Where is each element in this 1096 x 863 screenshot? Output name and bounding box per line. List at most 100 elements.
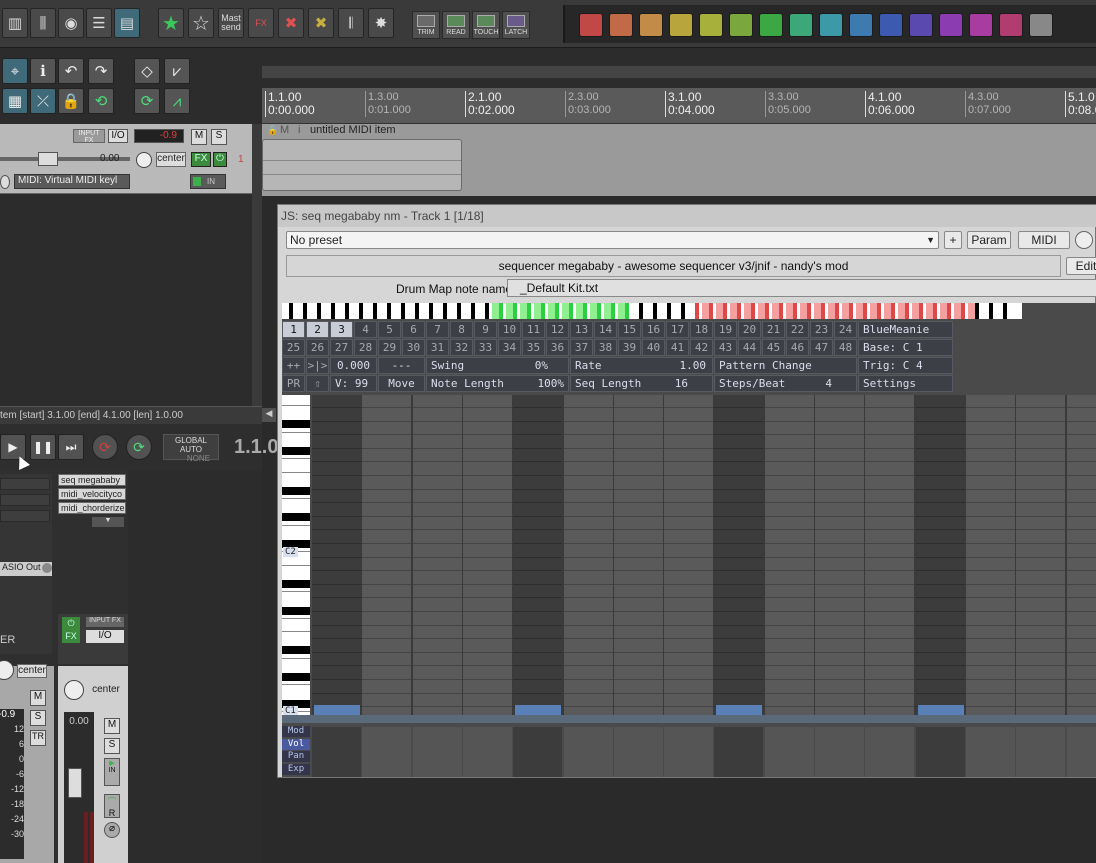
edit-button[interactable]: Edit	[1066, 257, 1096, 275]
base-note[interactable]: Base: C 1	[858, 339, 953, 356]
crossfade-icon[interactable]: ⤫	[30, 88, 56, 114]
pattern-button[interactable]: 5	[378, 321, 401, 338]
velocity-value[interactable]: V: 99	[330, 375, 377, 392]
pattern-button[interactable]: 37	[570, 339, 593, 356]
pattern-button[interactable]: 44	[738, 339, 761, 356]
mini-key[interactable]	[457, 303, 461, 319]
note-length-control[interactable]: Note Length 100%	[426, 375, 569, 392]
pattern-button[interactable]: 6	[402, 321, 425, 338]
mini-key[interactable]	[982, 303, 989, 319]
step-grid[interactable]	[312, 395, 1096, 715]
black-key[interactable]	[282, 513, 310, 522]
input-fx-button[interactable]: INPUT FX	[73, 129, 105, 144]
plusplus-button[interactable]: ++	[282, 357, 305, 374]
mute-button-1[interactable]: M	[30, 690, 46, 706]
mini-key[interactable]	[415, 303, 419, 319]
mini-key[interactable]	[695, 303, 699, 319]
routing-icon[interactable]: ☰	[86, 8, 112, 38]
color-swatch[interactable]	[699, 13, 723, 37]
white-key[interactable]	[282, 431, 310, 433]
dashes-value[interactable]: ---	[378, 357, 425, 374]
step-column[interactable]	[865, 395, 915, 715]
eye-icon[interactable]: ◉	[58, 8, 84, 38]
mini-key[interactable]	[366, 303, 373, 319]
cc-column[interactable]	[714, 727, 764, 777]
automation-read-button[interactable]: READ	[442, 11, 470, 39]
mini-key[interactable]	[569, 303, 573, 319]
mini-key[interactable]	[513, 303, 517, 319]
mini-key[interactable]	[548, 303, 555, 319]
pattern-button[interactable]: 38	[594, 339, 617, 356]
repeat-icon[interactable]: ⟳	[126, 434, 152, 460]
pattern-button[interactable]: 26	[306, 339, 329, 356]
mini-key[interactable]	[380, 303, 387, 319]
mini-key[interactable]	[590, 303, 597, 319]
mini-key[interactable]	[282, 303, 289, 319]
step-column[interactable]	[312, 395, 361, 715]
mini-key[interactable]	[604, 303, 611, 319]
mini-key[interactable]	[324, 303, 331, 319]
cc-lane-label[interactable]: Pan	[282, 751, 310, 762]
pattern-button[interactable]: 13	[570, 321, 593, 338]
mini-key[interactable]	[814, 303, 821, 319]
input-monitor-2[interactable]: ▶ IN	[104, 758, 120, 786]
mini-key[interactable]	[583, 303, 587, 319]
mini-key[interactable]	[947, 303, 951, 319]
active-step[interactable]	[515, 705, 562, 715]
pattern-button[interactable]: 7	[426, 321, 449, 338]
color-swatch[interactable]	[789, 13, 813, 37]
cc-column[interactable]	[1066, 727, 1096, 777]
mini-key[interactable]	[989, 303, 993, 319]
add-preset-button[interactable]: +	[944, 231, 962, 249]
cc-column[interactable]	[1016, 727, 1066, 777]
settings-button[interactable]: Settings	[858, 375, 953, 392]
color-swatch[interactable]	[639, 13, 663, 37]
mini-key[interactable]	[737, 303, 741, 319]
color-swatch[interactable]	[1029, 13, 1053, 37]
item-mute-label[interactable]: M	[280, 124, 289, 136]
pattern-button[interactable]: 23	[810, 321, 833, 338]
color-swatch[interactable]	[939, 13, 963, 37]
pattern-button[interactable]: 2	[306, 321, 329, 338]
mini-key[interactable]	[933, 303, 937, 319]
record-icon[interactable]: ⟳	[92, 434, 118, 460]
pause-icon[interactable]: ❚❚	[30, 434, 56, 460]
pattern-button[interactable]: 33	[474, 339, 497, 356]
mini-key[interactable]	[359, 303, 363, 319]
mini-key[interactable]	[842, 303, 849, 319]
cc-column[interactable]	[965, 727, 1015, 777]
pattern-button[interactable]: 47	[810, 339, 833, 356]
pattern-button[interactable]: 15	[618, 321, 641, 338]
info-icon[interactable]: ℹ	[30, 58, 56, 84]
mini-key[interactable]	[443, 303, 447, 319]
mixer-fx-button[interactable]: ⏻ FX	[62, 617, 80, 643]
skip-end-icon[interactable]: ⏭	[58, 434, 84, 460]
step-column[interactable]	[915, 395, 965, 715]
white-key[interactable]	[282, 591, 310, 593]
mixer-io-button[interactable]: I/O	[86, 630, 124, 643]
mini-key[interactable]	[786, 303, 793, 319]
mini-key[interactable]	[912, 303, 919, 319]
mini-key[interactable]	[954, 303, 961, 319]
pattern-button[interactable]: 18	[690, 321, 713, 338]
pattern-button[interactable]: 42	[690, 339, 713, 356]
pattern-button[interactable]: 16	[642, 321, 665, 338]
midi-bypass-icon[interactable]: ✖	[278, 8, 304, 38]
active-step[interactable]	[917, 705, 964, 715]
metronome-icon[interactable]: ◇	[134, 58, 160, 84]
mini-key[interactable]	[765, 303, 769, 319]
pattern-button[interactable]: 32	[450, 339, 473, 356]
param-button[interactable]: Param	[967, 231, 1011, 249]
step-column[interactable]	[462, 395, 512, 715]
mini-key[interactable]	[751, 303, 755, 319]
mini-key[interactable]	[877, 303, 881, 319]
step-column[interactable]	[965, 395, 1015, 715]
fader-handle[interactable]	[68, 768, 82, 798]
pan-knob[interactable]	[136, 152, 152, 168]
fx-slot-1[interactable]: seq megababy	[58, 474, 126, 486]
track-scrollbar[interactable]	[252, 124, 262, 406]
cc-column[interactable]	[312, 727, 361, 777]
automation-trim-button[interactable]: TRIM	[412, 11, 440, 39]
mixer-icon[interactable]: ▥	[2, 8, 28, 38]
pr-button[interactable]: PR	[282, 375, 305, 392]
